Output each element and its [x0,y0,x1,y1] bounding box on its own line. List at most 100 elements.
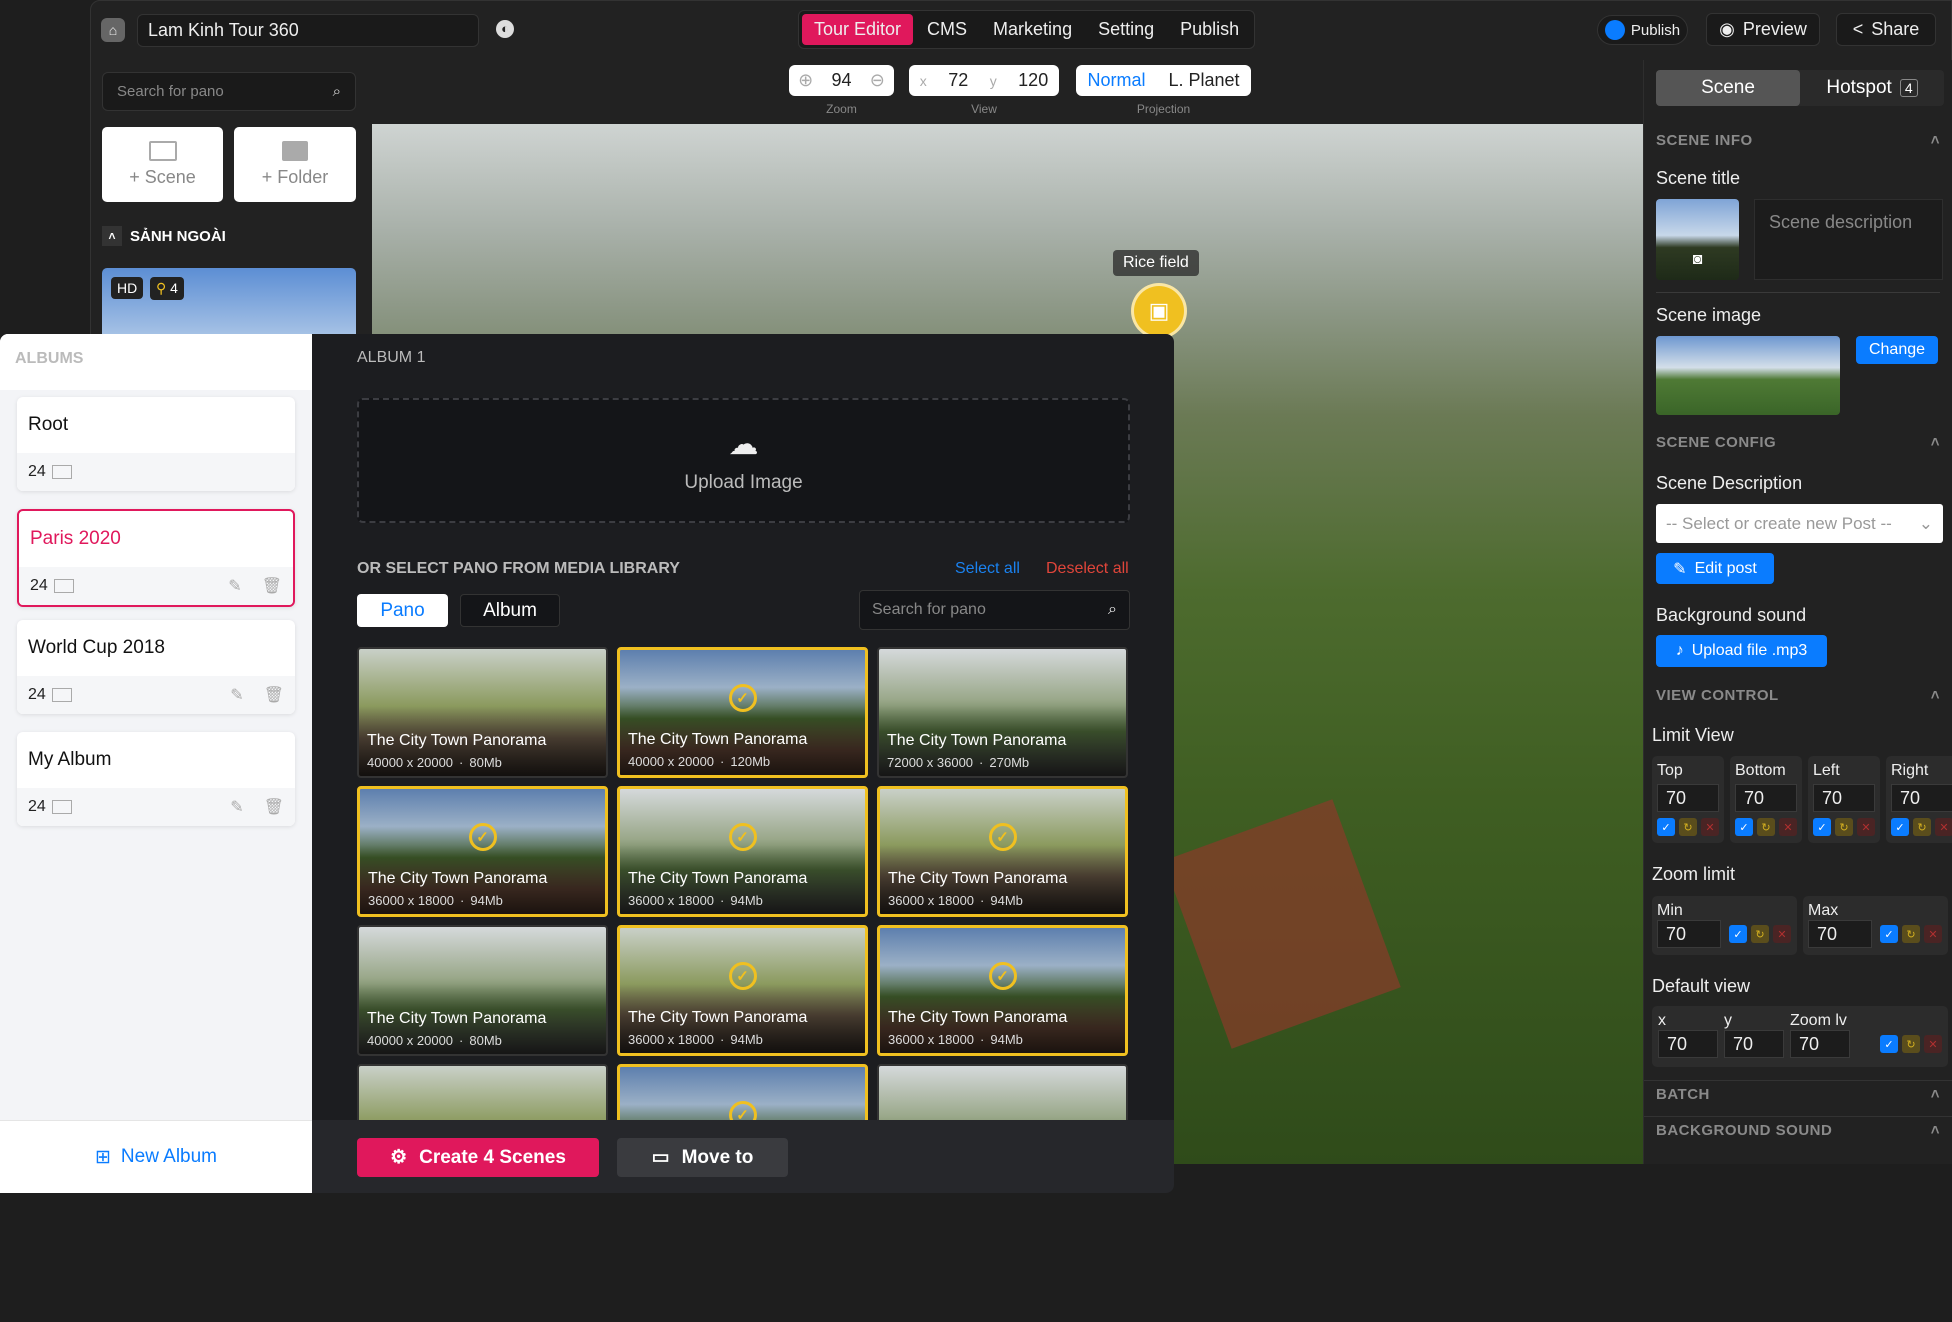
check-icon[interactable]: ✓ [1813,818,1831,836]
view-x-input[interactable]: 72 [948,70,968,91]
add-scene-button[interactable]: + Scene [102,127,223,202]
background-sound-header[interactable]: BACKGROUND SOUND ˄ [1656,1122,1940,1139]
delete-album-icon[interactable]: 🗑 [264,797,284,817]
reset-icon[interactable]: ↻ [1835,818,1853,836]
scene-config-header[interactable]: SCENE CONFIG ˄ [1656,434,1940,451]
edit-album-icon[interactable]: ✎ [230,797,243,817]
pano-item[interactable]: ✓ The City Town Panorama 36000 x 18000 · 94M… [357,786,608,917]
scene-thumbnail[interactable]: HD ⚲ 4 [102,268,356,338]
zoom-in-icon[interactable]: ⊕ [798,70,813,91]
check-icon[interactable]: ✓ [1880,925,1898,943]
edit-album-icon[interactable]: ✎ [228,576,241,596]
edit-post-button[interactable]: ✎ Edit post [1656,553,1774,584]
default-view-input[interactable]: 70 [1724,1030,1784,1058]
nav-marketing[interactable]: Marketing [981,14,1084,45]
publish-toggle[interactable]: Publish [1597,15,1688,45]
library-search-input[interactable]: Search for pano ⌕ [859,590,1130,630]
upload-dropzone[interactable]: ☁ Upload Image [357,398,1130,523]
delete-album-icon[interactable]: 🗑 [264,685,284,705]
pano-item[interactable]: ✓ The City Town Panorama 40000 x 20000 · 120… [617,647,868,778]
scene-search-input[interactable]: Search for pano ⌕ [102,72,356,111]
delete-album-icon[interactable]: 🗑 [262,576,282,596]
reset-icon[interactable]: ↻ [1902,925,1920,943]
projection-normal[interactable]: Normal [1087,70,1145,91]
view-control-header[interactable]: VIEW CONTROL ˄ [1656,687,1940,704]
nav-setting[interactable]: Setting [1086,14,1166,45]
upload-mp3-button[interactable]: ♪ Upload file .mp3 [1656,635,1827,667]
preview-button[interactable]: ◉ Preview [1706,13,1820,46]
move-to-button[interactable]: ▭ Move to [617,1138,788,1177]
projection-little-planet[interactable]: L. Planet [1168,70,1239,91]
clear-icon[interactable]: ✕ [1935,818,1952,836]
hotspot-image-icon[interactable]: ▣ [1131,283,1187,339]
zoom-value[interactable]: 94 [831,70,851,91]
pano-item[interactable]: The City Town Panorama 40000 x 20000 · 80Mb [357,925,608,1056]
globe-icon[interactable]: ◐ [496,20,514,38]
new-album-button[interactable]: ⊞ New Album [0,1120,312,1193]
default-view-input[interactable]: 70 [1790,1030,1850,1058]
tour-title-input[interactable]: Lam Kinh Tour 360 [137,14,479,47]
scene-info-header[interactable]: SCENE INFO ˄ [1656,132,1940,149]
default-view-input[interactable]: 70 [1658,1030,1718,1058]
album-card[interactable]: World Cup 2018 24 ✎ 🗑 [17,620,295,714]
zoom-limit-input[interactable]: 70 [1657,920,1721,948]
add-folder-button[interactable]: + Folder [234,127,356,202]
pano-item[interactable]: ✓ The City Town Panorama 36000 x 18000 · 94M… [877,925,1128,1056]
check-icon[interactable]: ✓ [1729,925,1747,943]
clear-icon[interactable]: ✕ [1857,818,1875,836]
limit-input[interactable]: 70 [1813,784,1875,812]
clear-icon[interactable]: ✕ [1924,1035,1942,1053]
clear-icon[interactable]: ✕ [1924,925,1942,943]
check-icon[interactable]: ✓ [1735,818,1753,836]
home-button[interactable]: ⌂ [101,18,125,42]
chevron-up-icon[interactable]: ˄ [1931,1086,1940,1103]
edit-album-icon[interactable]: ✎ [230,685,243,705]
tab-album[interactable]: Album [460,594,560,627]
album-card[interactable]: Root 24 [17,397,295,491]
view-y-input[interactable]: 120 [1018,70,1048,91]
pano-item[interactable]: ✓ The City Town Panorama 36000 x 18000 · 94M… [617,925,868,1056]
album-card[interactable]: Paris 2020 24 ✎ 🗑 [17,509,295,607]
change-image-button[interactable]: Change [1856,336,1938,364]
chevron-up-icon[interactable]: ˄ [1931,687,1940,704]
pano-item[interactable]: The City Town Panorama 40000 x 20000 · 80Mb [357,647,608,778]
select-all-link[interactable]: Select all [955,560,1020,578]
reset-icon[interactable]: ↻ [1913,818,1931,836]
reset-icon[interactable]: ↻ [1679,818,1697,836]
scene-description-input[interactable]: Scene description [1754,199,1943,280]
pano-item[interactable] [877,1064,1128,1120]
pano-item[interactable] [357,1064,608,1120]
reset-icon[interactable]: ↻ [1902,1035,1920,1053]
pano-item[interactable]: ✓ [617,1064,868,1120]
chevron-up-icon[interactable]: ˄ [1931,1122,1940,1139]
limit-input[interactable]: 70 [1657,784,1719,812]
clear-icon[interactable]: ✕ [1701,818,1719,836]
deselect-all-link[interactable]: Deselect all [1046,560,1129,578]
zoom-out-icon[interactable]: ⊖ [870,70,885,91]
pano-item[interactable]: ✓ The City Town Panorama 36000 x 18000 · 94M… [877,786,1128,917]
pano-item[interactable]: ✓ The City Town Panorama 36000 x 18000 · 94M… [617,786,868,917]
check-icon[interactable]: ✓ [1891,818,1909,836]
post-select[interactable]: -- Select or create new Post -- ⌄ [1656,504,1943,543]
nav-tour-editor[interactable]: Tour Editor [802,14,914,45]
folder-header[interactable]: ˄ SẢNH NGOÀI [102,226,226,246]
clear-icon[interactable]: ✕ [1779,818,1797,836]
chevron-up-icon[interactable]: ˄ [1931,434,1940,451]
reset-icon[interactable]: ↻ [1757,818,1775,836]
chevron-up-icon[interactable]: ˄ [102,226,122,246]
scene-thumbnail-camera[interactable]: ◙ [1656,199,1739,280]
tab-scene[interactable]: Scene [1656,70,1800,106]
check-icon[interactable]: ✓ [1657,818,1675,836]
chevron-up-icon[interactable]: ˄ [1931,132,1940,149]
batch-header[interactable]: BATCH ˄ [1656,1086,1940,1103]
pano-item[interactable]: The City Town Panorama 72000 x 36000 · 270M… [877,647,1128,778]
tab-hotspot[interactable]: Hotspot 4 [1800,70,1944,106]
create-scenes-button[interactable]: ⚙ Create 4 Scenes [357,1138,599,1177]
share-button[interactable]: < Share [1836,13,1936,46]
clear-icon[interactable]: ✕ [1773,925,1791,943]
nav-cms[interactable]: CMS [915,14,979,45]
check-icon[interactable]: ✓ [1880,1035,1898,1053]
tab-pano[interactable]: Pano [357,594,448,627]
album-card[interactable]: My Album 24 ✎ 🗑 [17,732,295,826]
nav-publish[interactable]: Publish [1168,14,1251,45]
